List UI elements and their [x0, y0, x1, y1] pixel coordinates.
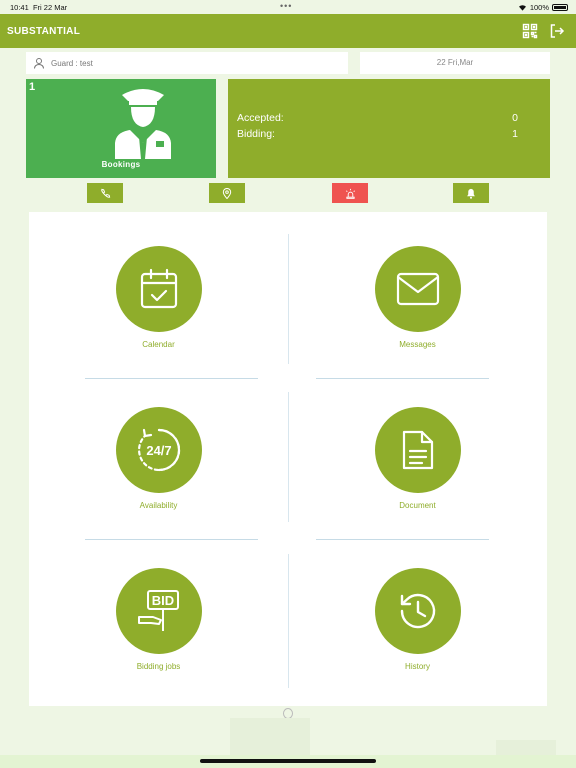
user-icon	[34, 58, 44, 69]
availability-24-7-icon: 24/7	[138, 428, 181, 472]
siren-icon	[345, 188, 355, 199]
wifi-icon	[518, 5, 526, 11]
bell-icon	[467, 188, 475, 199]
alarm-button[interactable]	[332, 183, 368, 203]
location-button[interactable]	[209, 183, 245, 203]
bookings-label: Bookings	[101, 160, 141, 169]
location-pin-icon	[222, 187, 232, 199]
history-label: History	[405, 662, 430, 671]
bidding-value: 1	[512, 128, 518, 140]
calendar-check-icon	[140, 268, 178, 309]
notifications-button[interactable]	[453, 183, 489, 203]
menu-tile-bidding-jobs[interactable]: BID Bidding jobs	[29, 534, 288, 694]
security-guard-icon	[115, 89, 171, 159]
home-indicator[interactable]	[200, 759, 376, 763]
bid-sign-icon: BID	[138, 590, 179, 631]
messages-label: Messages	[399, 340, 436, 349]
bidding-jobs-button[interactable]: BID	[116, 568, 202, 654]
document-icon	[402, 430, 434, 470]
menu-tile-document[interactable]: Document	[288, 373, 547, 533]
menu-tile-messages[interactable]: Messages	[288, 212, 547, 372]
guard-label: Guard : test	[51, 59, 93, 68]
battery-icon	[552, 4, 568, 11]
bidding-jobs-label: Bidding jobs	[136, 662, 181, 671]
calendar-button[interactable]	[116, 246, 202, 332]
phone-icon	[100, 188, 110, 198]
status-time: 10:41 Fri 22 Mar	[10, 3, 68, 12]
current-date: 22 Fri,Mar	[360, 52, 550, 74]
document-label: Document	[399, 501, 436, 510]
messages-button[interactable]	[375, 246, 461, 332]
bidding-label: Bidding:	[237, 128, 275, 140]
status-bar: 10:41 Fri 22 Mar ••• 100%	[0, 0, 576, 14]
bookings-card[interactable]: 1 Bookings	[26, 79, 216, 178]
svg-text:24/7: 24/7	[146, 443, 171, 458]
envelope-icon	[396, 272, 440, 306]
logout-icon[interactable]	[549, 23, 565, 39]
background-illustration	[230, 718, 310, 758]
battery-percent: 100%	[529, 3, 549, 12]
phone-button[interactable]	[87, 183, 123, 203]
bookings-count: 1	[29, 81, 36, 93]
status-right: 100%	[518, 3, 568, 12]
availability-button[interactable]: 24/7	[116, 407, 202, 493]
accepted-value: 0	[512, 112, 518, 124]
menu-tile-calendar[interactable]: Calendar	[29, 212, 288, 372]
menu-tile-availability[interactable]: 24/7 Availability	[29, 373, 288, 533]
history-button[interactable]	[375, 568, 461, 654]
app-title: SUBSTANTIAL	[7, 26, 81, 37]
accepted-label: Accepted:	[237, 112, 284, 124]
history-icon	[400, 593, 436, 629]
guard-info: Guard : test	[26, 52, 348, 74]
calendar-label: Calendar	[142, 340, 175, 349]
multitask-dots[interactable]: •••	[280, 1, 292, 11]
menu-tile-history[interactable]: History	[288, 534, 547, 694]
app-bar: SUBSTANTIAL	[0, 14, 576, 48]
menu-grid: Calendar Messages 24/7 Availability Docu…	[29, 212, 547, 706]
job-stats-card: Accepted: 0 Bidding: 1	[228, 79, 550, 178]
availability-label: Availability	[139, 501, 178, 510]
document-button[interactable]	[375, 407, 461, 493]
svg-text:BID: BID	[152, 593, 174, 608]
qr-code-icon[interactable]	[522, 23, 538, 39]
